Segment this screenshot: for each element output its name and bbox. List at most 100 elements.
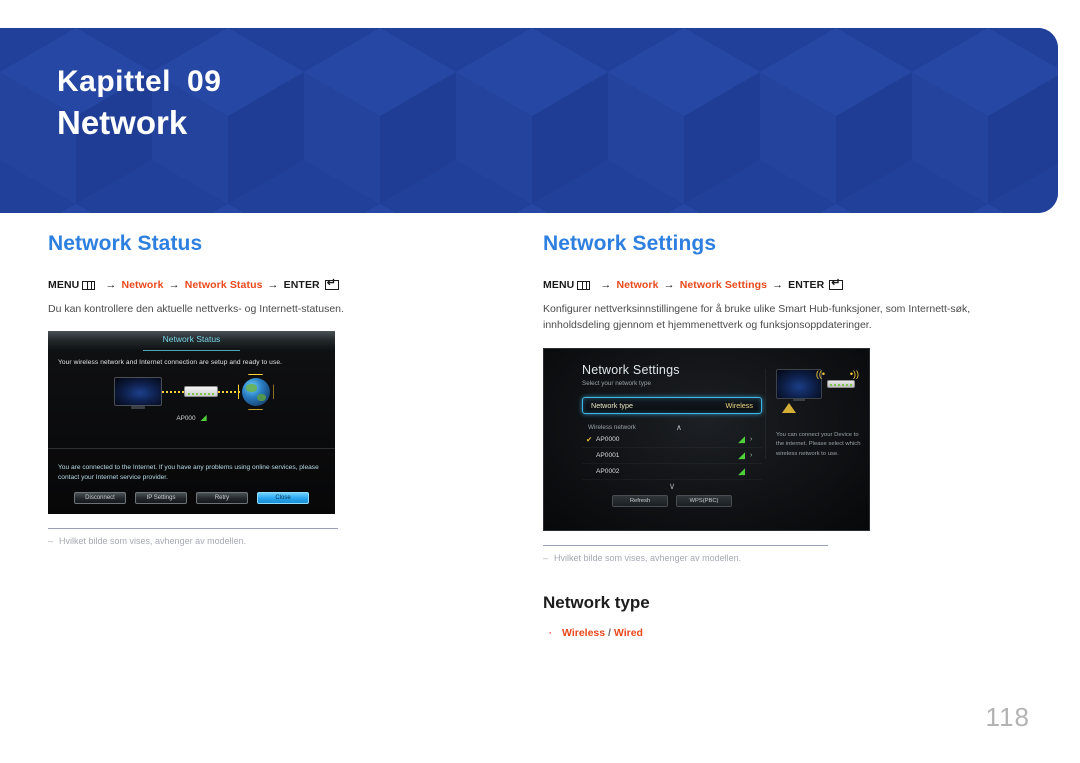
chapter-title: Network (57, 103, 188, 141)
router-icon (183, 386, 218, 398)
enter-label: ENTER (788, 279, 825, 291)
right-column: Network Settings MENU → Network → Networ… (543, 232, 1013, 639)
banner-title-block: Kapittel 09 Network (57, 66, 221, 143)
globe-wrap (237, 373, 274, 410)
menu-path-network-status: MENU → Network → Network Status → ENTER (48, 278, 468, 291)
nst-button-bar: Refresh WPS(PBC) (582, 494, 762, 507)
nst-list-header-label: Wireless network (588, 423, 636, 431)
left-footnote-rule (48, 528, 338, 530)
menu-path-network-settings: MENU → Network → Network Settings → ENTE… (543, 278, 1013, 291)
ns-body: Your wireless network and Internet conne… (48, 351, 335, 450)
path-arrow-1: → (105, 279, 117, 291)
wifi-signal-icon: ◢ (200, 413, 207, 423)
menu-grid-icon (577, 280, 591, 290)
path-arrow-3: → (267, 279, 279, 291)
list-item[interactable]: AP0002 ◢ (582, 464, 762, 480)
right-footnote-text: Hvilket bilde som vises, avhenger av mod… (554, 552, 742, 563)
left-footnote: – Hvilket bilde som vises, avhenger av m… (48, 536, 468, 546)
path-arrow-3: → (772, 279, 784, 291)
ns-button-close[interactable]: Close (257, 492, 309, 505)
left-footnote-dash: – (48, 536, 54, 547)
nst-side-description: You can connect your Device to the inter… (776, 431, 861, 457)
nst-network-type-row[interactable]: Network type Wireless (582, 396, 762, 414)
list-item[interactable]: ✔ AP0000 ◢ › (582, 432, 762, 448)
network-settings-screenshot: Network Settings Select your network typ… (543, 347, 870, 531)
ns-connection-note: You are connected to the Internet. If yo… (58, 464, 319, 482)
nst-right-panel: ((• •)) You can connect your Device to t… (765, 368, 861, 460)
wireless-wave-left-icon: ((• (815, 368, 825, 379)
check-icon: ✔ (586, 434, 593, 444)
ns-titlebar: Network Status (48, 331, 335, 352)
ap-name: AP0000 (596, 435, 620, 443)
manual-page: Kapittel 09 Network Network Status MENU →… (0, 0, 1080, 763)
nst-left-panel: Network Settings Select your network typ… (582, 363, 762, 507)
option-wireless: Wireless (562, 626, 606, 639)
right-footnote-rule (543, 544, 828, 546)
chevron-right-icon[interactable]: › (750, 452, 756, 459)
network-status-screenshot: Network Status Your wireless network and… (48, 331, 335, 515)
option-wired: Wired (613, 626, 643, 639)
option-separator: / (608, 626, 611, 639)
ns-button-bar: Disconnect IP Settings Retry Close (48, 492, 335, 505)
menu-path-step-network-settings[interactable]: Network Settings (680, 279, 767, 291)
ap-name: AP0001 (596, 451, 620, 459)
chapter-number: 09 (187, 65, 222, 98)
ns-button-ip-settings[interactable]: IP Settings (135, 492, 187, 505)
left-description: Du kan kontrollere den aktuelle nettverk… (48, 303, 344, 315)
bullet-icon: · (549, 627, 552, 638)
page-number: 118 (985, 702, 1030, 732)
nst-dialog-subtitle: Select your network type (582, 379, 651, 387)
nst-network-type-value: Wireless (725, 400, 753, 410)
connection-wire-2 (217, 390, 240, 393)
nst-dialog-title: Network Settings (582, 362, 680, 377)
section-title-network-status: Network Status (48, 232, 203, 255)
wifi-signal-icon: ◢ (738, 433, 745, 444)
right-footnote: – Hvilket bilde som vises, avhenger av m… (543, 553, 1013, 563)
left-footnote-text: Hvilket bilde som vises, avhenger av mod… (59, 536, 247, 547)
wifi-signal-icon: ◢ (738, 465, 745, 476)
chevron-down-icon[interactable]: ∨ (582, 481, 762, 492)
ns-dialog-title: Network Status (162, 334, 221, 345)
section-title-network-settings: Network Settings (543, 232, 717, 255)
menu-path-step-network[interactable]: Network (121, 279, 163, 291)
router-icon (827, 379, 855, 388)
ns-status-message: Your wireless network and Internet conne… (58, 359, 283, 367)
chapter-heading: Kapittel 09 (57, 66, 221, 98)
menu-label: MENU (543, 279, 575, 291)
chevron-up-icon[interactable]: ∧ (676, 423, 682, 432)
path-arrow-2: → (168, 279, 180, 291)
signal-cone-icon (782, 402, 796, 413)
enter-return-icon (324, 278, 339, 290)
enter-return-icon (829, 278, 844, 290)
ap-name: AP0002 (596, 467, 620, 475)
menu-grid-icon (82, 280, 96, 290)
network-type-options: · Wireless / Wired (549, 627, 1013, 639)
enter-label: ENTER (283, 279, 320, 291)
chapter-banner: Kapittel 09 Network (0, 28, 1058, 213)
ns-button-disconnect[interactable]: Disconnect (74, 492, 126, 505)
menu-path-step-network-status[interactable]: Network Status (185, 279, 263, 291)
nst-network-type-label: Network type (591, 400, 633, 410)
path-arrow-1: → (600, 279, 612, 291)
chevron-right-icon[interactable]: › (750, 436, 756, 443)
menu-label: MENU (48, 279, 80, 291)
right-footnote-dash: – (543, 552, 549, 563)
list-item[interactable]: AP0001 ◢ › (582, 448, 762, 464)
ns-button-retry[interactable]: Retry (196, 492, 248, 505)
menu-path-step-network[interactable]: Network (616, 279, 658, 291)
chapter-label: Kapittel (57, 65, 172, 98)
wireless-wave-right-icon: •)) (849, 368, 859, 379)
nst-button-wps-pbc[interactable]: WPS(PBC) (676, 494, 732, 507)
tv-device-icon (113, 377, 162, 407)
path-arrow-2: → (663, 279, 675, 291)
nst-list-header: Wireless network ∧ (582, 423, 762, 432)
nst-button-refresh[interactable]: Refresh (612, 494, 668, 507)
left-column: Network Status MENU → Network → Network … (48, 232, 468, 546)
ns-ap-label-row: AP000 ◢ (48, 413, 335, 422)
ns-connection-diagram (48, 373, 335, 410)
connection-wire-1 (161, 390, 184, 393)
ns-ap-label: AP000 (176, 415, 196, 423)
globe-bracket-icon (237, 373, 274, 410)
wifi-signal-icon: ◢ (738, 449, 745, 460)
sub-section-title-network-type: Network type (543, 592, 650, 612)
